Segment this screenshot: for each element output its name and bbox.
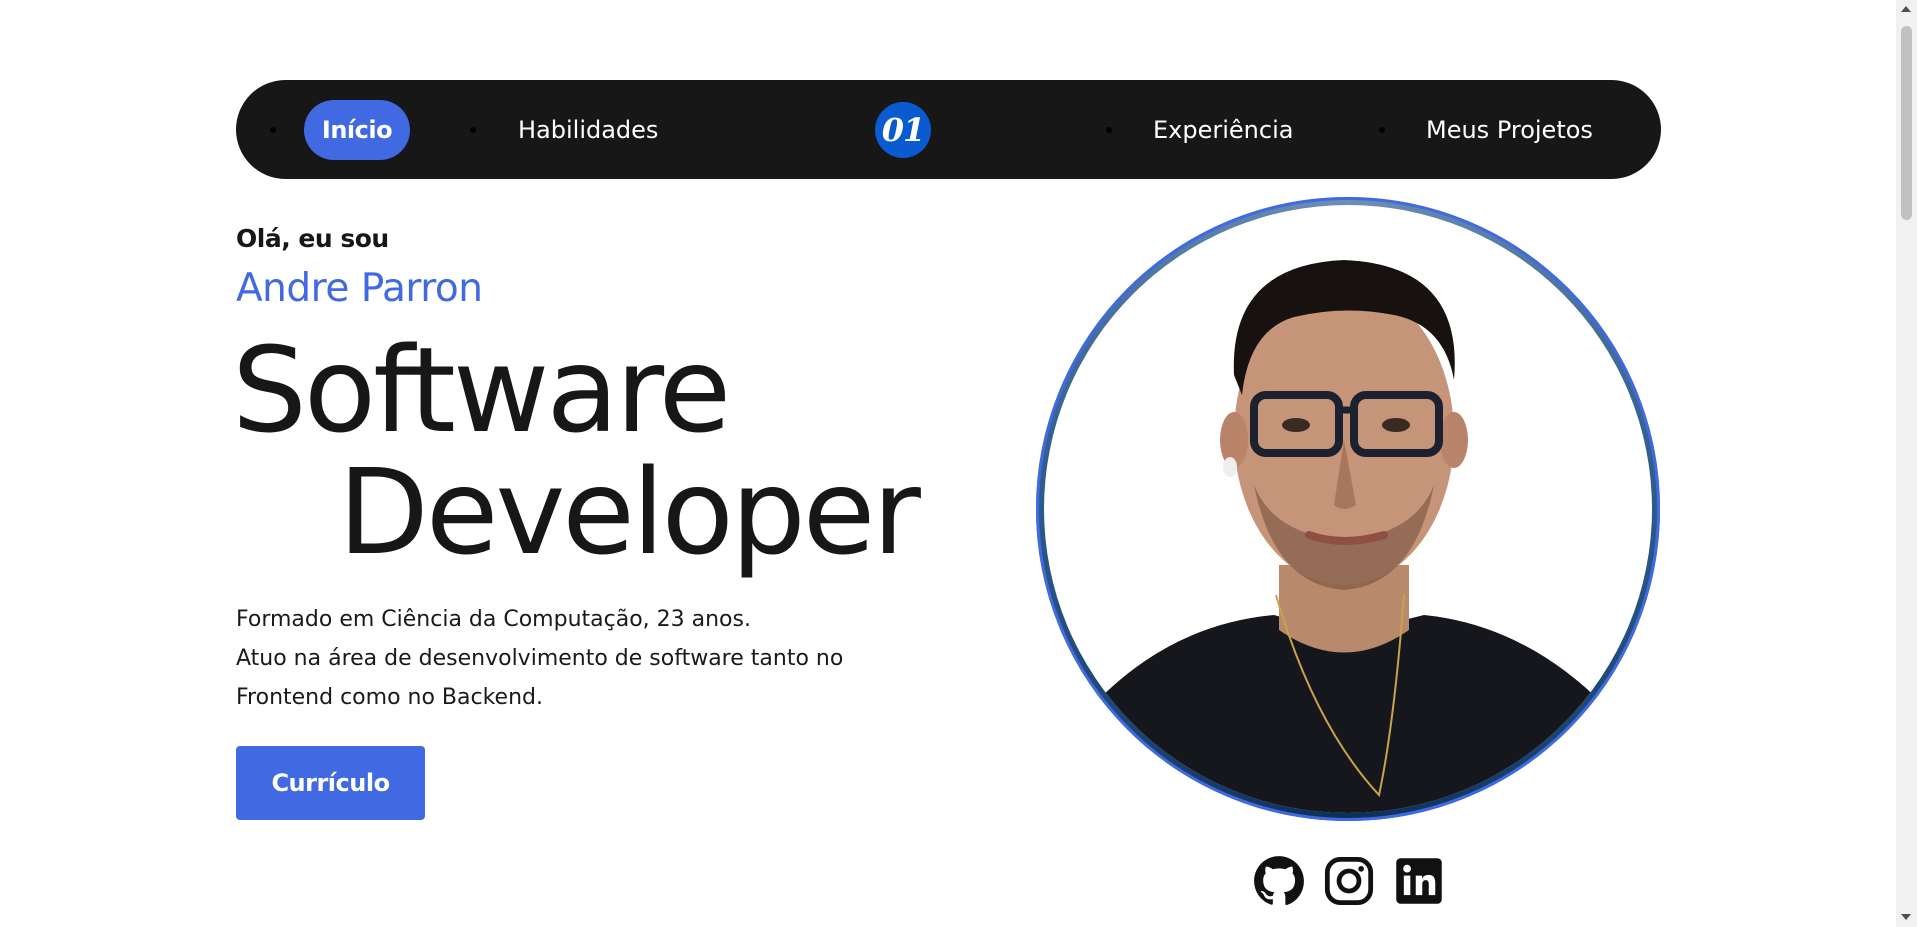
nav-item-label: Experiência: [1153, 115, 1294, 144]
nav-bullet: [470, 127, 476, 133]
nav-item-experiencia[interactable]: Experiência: [1153, 80, 1293, 179]
curriculo-button[interactable]: Currículo: [236, 746, 425, 820]
github-icon[interactable]: [1253, 855, 1305, 907]
page: Início Habilidades 01 Experiência Meus P…: [0, 0, 1896, 927]
profile-photo-ring: [1036, 197, 1660, 821]
vertical-scrollbar[interactable]: [1896, 0, 1917, 927]
nav-item-label: Meus Projetos: [1426, 115, 1593, 144]
instagram-icon[interactable]: [1323, 855, 1375, 907]
nav-item-label: Habilidades: [518, 115, 659, 144]
nav-bullet: [270, 127, 276, 133]
description-line: Frontend como no Backend.: [236, 685, 543, 710]
linkedin-icon[interactable]: [1393, 855, 1445, 907]
scroll-down-icon[interactable]: [1901, 914, 1911, 920]
hero-title-line2: Developer: [338, 443, 921, 581]
hero-greeting: Olá, eu sou: [236, 224, 389, 253]
nav-item-inicio[interactable]: Início: [304, 100, 410, 160]
nav-item-habilidades[interactable]: Habilidades: [518, 80, 658, 179]
logo-badge[interactable]: 01: [875, 102, 931, 158]
scrollbar-thumb[interactable]: [1901, 26, 1912, 220]
nav-bullet: [1106, 127, 1112, 133]
hero-name: Andre Parron: [236, 266, 483, 311]
description-line: Formado em Ciência da Computação, 23 ano…: [236, 607, 751, 632]
nav-item-meus-projetos[interactable]: Meus Projetos: [1426, 80, 1593, 179]
scroll-up-icon[interactable]: [1901, 6, 1911, 12]
nav-bullet: [1379, 127, 1385, 133]
description-line: Atuo na área de desenvolvimento de softw…: [236, 646, 844, 671]
hero-title-line1: Software: [232, 321, 731, 459]
navbar: Início Habilidades 01 Experiência Meus P…: [236, 80, 1661, 179]
profile-photo-frame: [1036, 197, 1660, 821]
hero-description: Formado em Ciência da Computação, 23 ano…: [236, 600, 956, 717]
